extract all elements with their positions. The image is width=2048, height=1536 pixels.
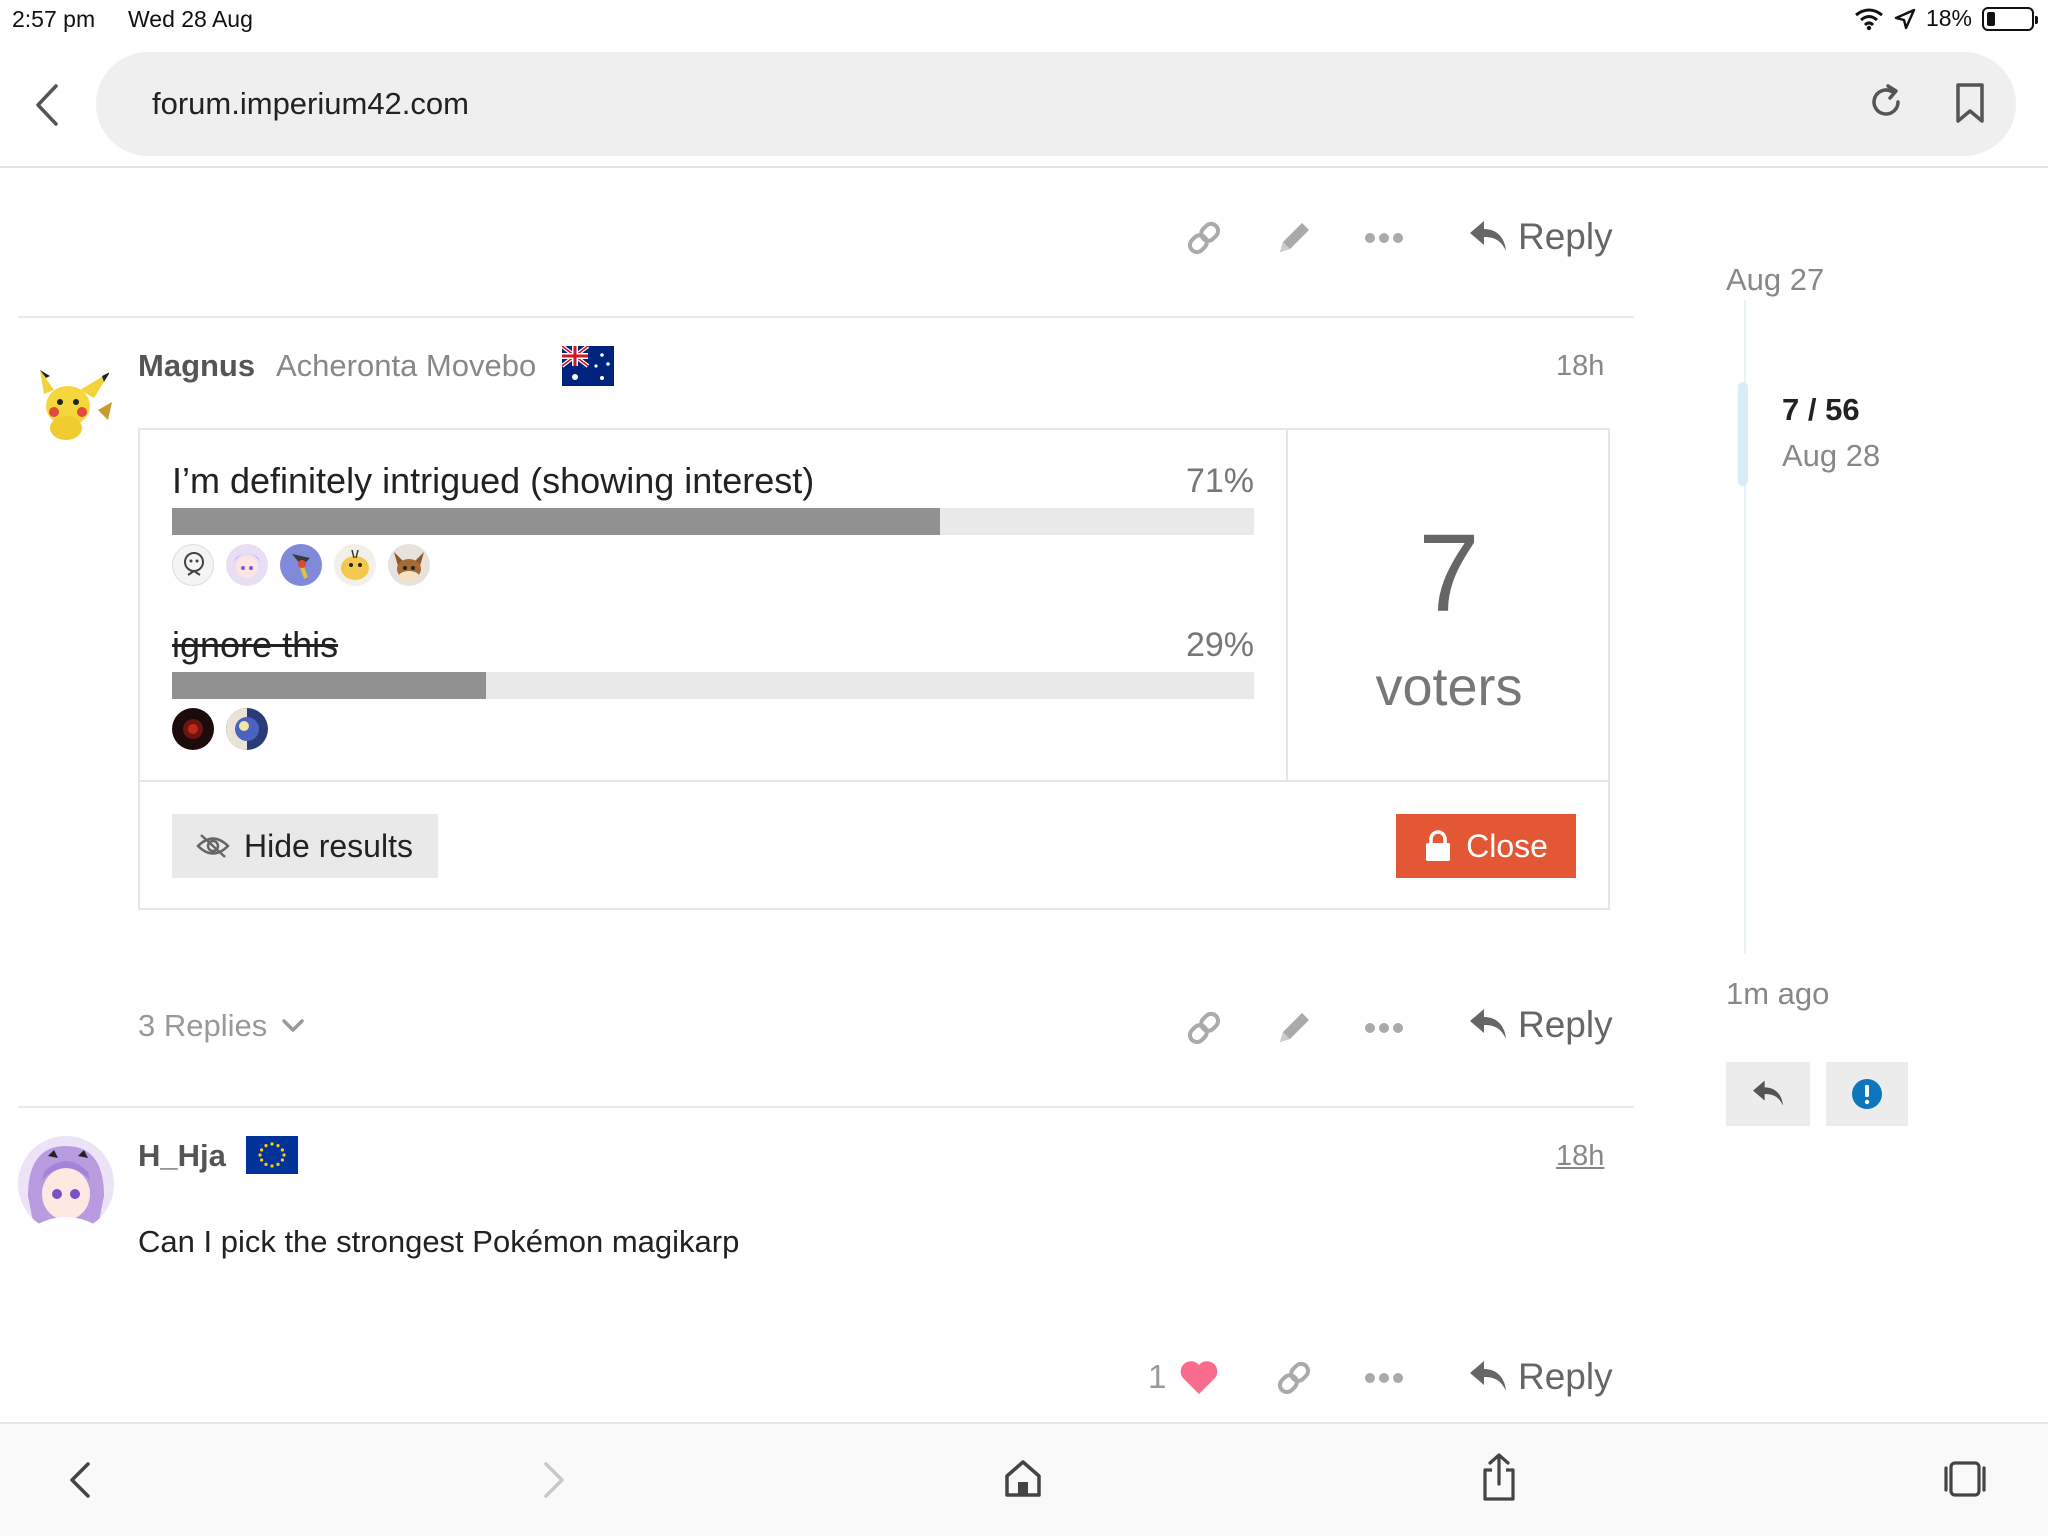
hide-results-button[interactable]: Hide results: [172, 814, 438, 878]
voter-avatar[interactable]: [280, 544, 322, 586]
reply-label: Reply: [1518, 1356, 1613, 1397]
eye-slash-icon: [196, 834, 230, 858]
voter-avatar[interactable]: [172, 708, 214, 750]
reply-arrow-icon: [1470, 1361, 1506, 1391]
poll-option-label: I’m definitely intrigued (showing intere…: [172, 460, 815, 501]
post-time[interactable]: 18h: [1556, 350, 1604, 383]
reply-arrow-icon: [1470, 1009, 1506, 1039]
voter-avatar[interactable]: [172, 544, 214, 586]
link-icon[interactable]: [1274, 1358, 1314, 1398]
like-button[interactable]: 1: [1148, 1358, 1220, 1396]
status-time: 2:57 pm: [12, 6, 96, 32]
more-options-icon[interactable]: [1364, 1018, 1404, 1038]
heart-icon: [1181, 1361, 1218, 1394]
status-date: Wed 28 Aug: [128, 6, 253, 32]
post-divider: [18, 316, 1634, 318]
voter-avatar[interactable]: [388, 544, 430, 586]
poll-result-fill: [172, 672, 486, 699]
pikachu-avatar-image: [40, 370, 112, 440]
more-options-icon[interactable]: [1364, 228, 1404, 248]
location-icon: [1894, 8, 1916, 29]
post-divider: [18, 1106, 1634, 1108]
edit-pencil-icon[interactable]: [1274, 1008, 1314, 1048]
url-text[interactable]: forum.imperium42.com: [152, 86, 469, 122]
reload-icon[interactable]: [1866, 82, 1906, 122]
replies-toggle[interactable]: 3 Replies: [138, 1008, 305, 1044]
poll-voters-summary: 7 voters: [1288, 430, 1610, 780]
poll-result-bar: [172, 508, 1254, 535]
avatar-magnus[interactable]: [20, 350, 116, 446]
australia-flag-icon: [562, 346, 614, 386]
eu-flag-icon: [246, 1136, 298, 1174]
voter-avatar[interactable]: [226, 544, 268, 586]
replies-count: 3 Replies: [138, 1008, 268, 1043]
status-indicators: 18%: [1854, 5, 2038, 32]
poll-actions: Hide results Close: [140, 780, 1610, 910]
chevron-down-icon: [282, 1019, 304, 1032]
poll-option-label: ignore this: [172, 624, 339, 665]
timeline-position: 7 / 56: [1782, 392, 1860, 427]
reply-button[interactable]: Reply: [1468, 1004, 1613, 1046]
browser-nav: forum.imperium42.com: [0, 44, 2048, 168]
timeline-position-date: Aug 28: [1782, 438, 1881, 473]
voters-count: 7: [1418, 512, 1480, 635]
reply-label: Reply: [1518, 216, 1613, 257]
battery-percent: 18%: [1925, 5, 1972, 31]
post-author-magnus[interactable]: Magnus: [138, 348, 255, 384]
voter-avatar[interactable]: [334, 544, 376, 586]
reply-button[interactable]: Reply: [1468, 216, 1613, 258]
share-icon[interactable]: [1480, 1452, 1518, 1502]
link-icon[interactable]: [1184, 1008, 1224, 1048]
back-icon[interactable]: [66, 1458, 96, 1502]
poll-options: I’m definitely intrigued (showing intere…: [140, 430, 1288, 780]
voters-label: voters: [1375, 657, 1523, 717]
post-author-h-hja[interactable]: H_Hja: [138, 1138, 226, 1174]
hide-results-label: Hide results: [244, 827, 413, 864]
poll: I’m definitely intrigued (showing intere…: [138, 428, 1610, 910]
address-bar[interactable]: forum.imperium42.com: [96, 52, 2016, 156]
timeline-reply-button[interactable]: [1726, 1062, 1810, 1126]
user-title: Acheronta Movebo: [276, 348, 537, 383]
info-alert-icon: [1852, 1079, 1882, 1109]
status-bar: 2:57 pm Wed 28 Aug 18%: [0, 0, 2048, 44]
timeline-scroll-handle[interactable]: [1738, 382, 1748, 486]
reply-button[interactable]: Reply: [1468, 1356, 1613, 1398]
poll-option-percent: 29%: [1185, 626, 1254, 664]
post-body: Can I pick the strongest Pokémon magikar…: [138, 1224, 740, 1259]
reply-arrow-icon: [1470, 221, 1506, 251]
back-icon[interactable]: [28, 80, 68, 130]
battery-icon: [1982, 6, 2038, 31]
lock-icon: [1426, 830, 1451, 861]
voter-avatar[interactable]: [226, 708, 268, 750]
edit-pencil-icon[interactable]: [1274, 218, 1314, 258]
close-label: Close: [1466, 827, 1548, 864]
wifi-icon: [1855, 8, 1883, 30]
forward-icon[interactable]: [538, 1458, 568, 1502]
post-time[interactable]: 18h: [1556, 1140, 1604, 1173]
timeline-end-date[interactable]: 1m ago: [1726, 976, 1829, 1012]
link-icon[interactable]: [1184, 218, 1224, 258]
browser-toolbar: [0, 1422, 2048, 1536]
close-poll-button[interactable]: Close: [1396, 814, 1576, 878]
anime-avatar-image: [28, 1146, 104, 1232]
timeline-start-date[interactable]: Aug 27: [1726, 262, 1824, 298]
reply-arrow-icon: [1753, 1080, 1783, 1106]
bookmark-icon[interactable]: [1952, 82, 1988, 124]
like-count: 1: [1148, 1358, 1167, 1395]
reply-label: Reply: [1518, 1004, 1613, 1045]
poll-option-percent: 71%: [1185, 462, 1254, 500]
home-icon[interactable]: [1004, 1458, 1042, 1498]
more-options-icon[interactable]: [1364, 1368, 1404, 1388]
timeline-notification-button[interactable]: [1826, 1062, 1908, 1126]
poll-result-fill: [172, 508, 941, 535]
avatar-h-hja[interactable]: [18, 1136, 114, 1232]
tabs-icon[interactable]: [1944, 1458, 1986, 1500]
poll-result-bar: [172, 672, 1254, 699]
